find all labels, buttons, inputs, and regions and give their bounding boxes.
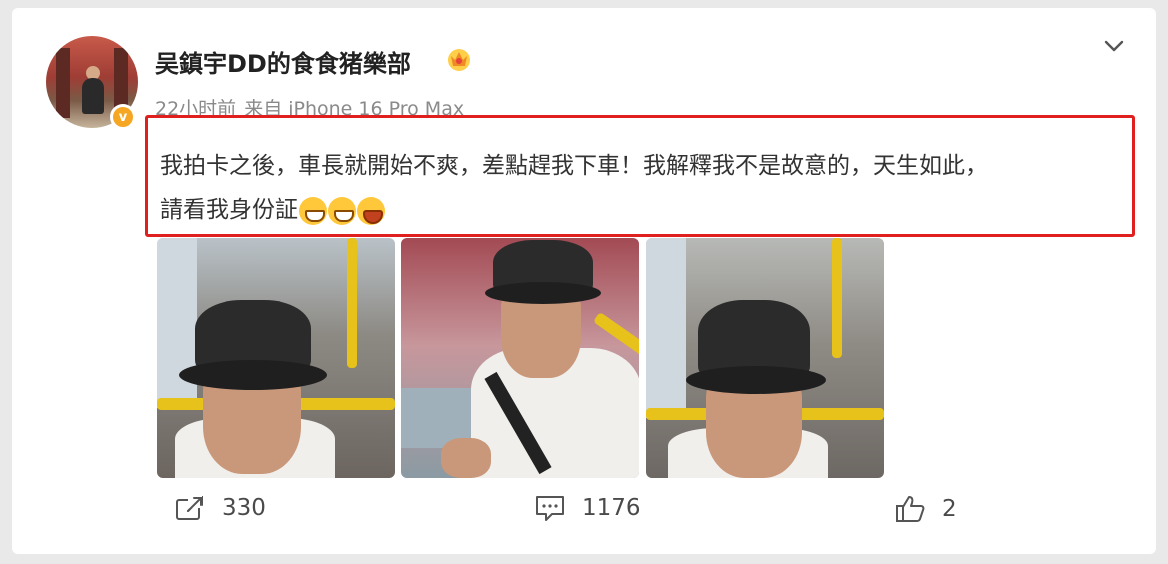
avatar-pillar-left — [56, 48, 70, 118]
laugh-emoji-icon — [357, 196, 385, 225]
post-photo-1[interactable] — [157, 238, 395, 478]
comment-button[interactable]: 1176 — [534, 494, 641, 522]
grin-emoji-icon — [328, 196, 356, 225]
bus-pole — [347, 238, 357, 368]
crown-badge-icon — [448, 49, 470, 71]
post-text-line-2-wrap: 請看我身份証 — [160, 188, 1120, 232]
like-button[interactable]: 2 — [894, 494, 957, 524]
like-count: 2 — [942, 496, 957, 522]
repost-count: 330 — [222, 495, 266, 521]
post-photo-2[interactable] — [401, 238, 639, 478]
highlight-box: 我拍卡之後，車長就開始不爽，差點趕我下車！我解釋我不是故意的，天生如此， 請看我… — [145, 115, 1135, 237]
hat-brim — [179, 360, 327, 390]
grin-emoji-icon — [299, 196, 327, 225]
comment-count: 1176 — [582, 495, 641, 521]
username[interactable]: 吴鎮宇DD的食食猪樂部 — [155, 44, 411, 79]
post-text-line-2: 請看我身份証 — [160, 197, 298, 223]
post-text: 我拍卡之後，車長就開始不爽，差點趕我下車！我解釋我不是故意的，天生如此， 請看我… — [160, 144, 1120, 232]
post-card: v 吴鎮宇DD的食食猪樂部 22小时前 来自 iPhone 16 Pro Max … — [12, 8, 1156, 554]
hat-brim — [686, 366, 826, 394]
repost-button[interactable]: 330 — [174, 494, 266, 522]
like-count-fade — [974, 504, 1104, 528]
chevron-down-icon[interactable] — [1100, 32, 1128, 60]
avatar-person — [82, 78, 104, 114]
thumbs-up-icon — [896, 496, 925, 522]
bus-window — [646, 238, 686, 418]
repost-icon — [176, 496, 203, 520]
hand — [441, 438, 491, 478]
post-photo-3[interactable] — [646, 238, 884, 478]
verified-badge-icon: v — [110, 104, 136, 130]
comment-icon — [536, 496, 564, 521]
bus-pole — [832, 238, 842, 358]
post-text-line-1: 我拍卡之後，車長就開始不爽，差點趕我下車！我解釋我不是故意的，天生如此， — [160, 153, 988, 179]
hat-brim — [485, 282, 601, 304]
